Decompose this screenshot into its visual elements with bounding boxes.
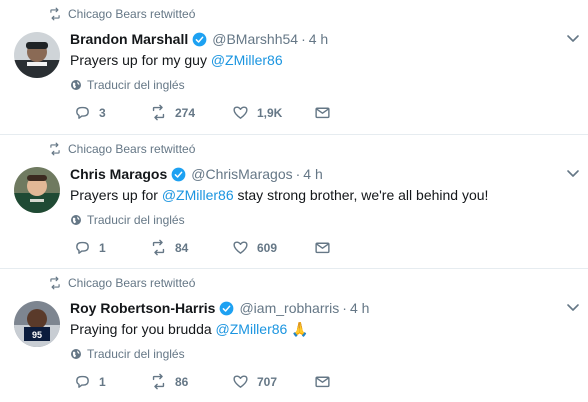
like-button[interactable]: 1,9K [232,104,282,121]
mention-link[interactable]: @ZMiller86 [162,187,234,203]
handle[interactable]: @iam_robharris [239,300,339,316]
timestamp[interactable]: 4 h [350,300,369,316]
avatar[interactable] [14,167,60,213]
timestamp-separator: · [342,300,347,316]
like-count: 609 [257,240,278,255]
retweet-context-label[interactable]: Chicago Bears retwitteó [68,142,195,156]
retweet-context: Chicago Bears retwitteó [48,6,195,22]
tweet-text-content: Prayers up for [70,187,162,203]
reply-icon [76,375,89,388]
reply-count: 3 [99,105,106,120]
timestamp-separator: · [295,166,301,182]
like-count: 707 [257,374,278,389]
like-button[interactable]: 707 [232,373,277,390]
timestamp-separator: · [301,31,306,47]
translate-link[interactable]: Traducir del inglés [70,77,185,93]
retweet-context-label[interactable]: Chicago Bears retwitteó [68,7,195,21]
globe-icon [71,215,81,225]
tweet-header: Roy Robertson-Harris @iam_robharris · 4 … [70,299,369,317]
timestamp[interactable]: 4 h [303,166,322,182]
retweet-button[interactable]: 86 [150,373,188,390]
avatar[interactable] [14,32,60,78]
retweet-context-label[interactable]: Chicago Bears retwitteó [68,276,195,290]
retweet-count: 84 [175,240,189,255]
reply-button[interactable]: 1 [74,373,106,390]
direct-message-button[interactable] [314,239,331,256]
handle[interactable]: @ChrisMaragos [191,166,292,182]
retweet-icon [152,104,165,121]
tweet-text-content: Prayers up for my guy [70,52,211,68]
reply-icon [76,241,89,254]
retweet-button[interactable]: 274 [150,104,195,121]
retweet-icon [152,239,165,256]
heart-icon [233,375,248,388]
timestamp[interactable]: 4 h [309,31,328,47]
reply-count: 1 [99,374,106,389]
mention-link[interactable]: @ZMiller86 [216,321,288,337]
globe-icon [71,80,81,90]
verified-badge-icon [192,32,207,46]
svg-text:95: 95 [32,330,42,340]
verified-badge-icon [171,167,186,181]
direct-message-button[interactable] [314,373,331,390]
tweet[interactable]: Chicago Bears retwitteó 95 Roy Robertson… [0,268,588,402]
reply-button[interactable]: 1 [74,239,106,256]
reply-button[interactable]: 3 [74,104,106,121]
display-name[interactable]: Chris Maragos [70,166,167,182]
display-name[interactable]: Roy Robertson-Harris [70,300,215,316]
retweet-icon [50,142,60,156]
retweet-count: 274 [175,105,196,120]
tweet-text-content: stay strong brother, we're all behind yo… [233,187,489,203]
tweet[interactable]: Chicago Bears retwitteó Chris Maragos @C… [0,134,588,268]
tweet-text-content: 🙏 [287,321,309,337]
retweet-icon [50,276,60,290]
globe-icon [71,349,81,359]
chevron-down-icon[interactable] [566,34,580,44]
heart-icon [233,106,248,119]
retweet-context: Chicago Bears retwitteó [48,275,195,291]
translate-label[interactable]: Traducir del inglés [87,213,185,227]
retweet-icon [152,373,165,390]
translate-link[interactable]: Traducir del inglés [70,346,185,362]
tweet-text-content: Praying for you brudda [70,321,216,337]
mention-link[interactable]: @ZMiller86 [211,52,283,68]
tweet-text: Prayers up for @ZMiller86 stay strong br… [70,185,488,205]
tweet[interactable]: Chicago Bears retwitteó Brandon Marshall… [0,0,588,134]
envelope-icon [315,376,330,388]
reply-icon [76,106,89,119]
retweet-count: 86 [175,374,189,389]
translate-link[interactable]: Traducir del inglés [70,212,185,228]
handle[interactable]: @BMarshh54 [212,31,298,47]
retweet-button[interactable]: 84 [150,239,188,256]
chevron-down-icon[interactable] [566,169,580,179]
display-name[interactable]: Brandon Marshall [70,31,188,47]
reply-count: 1 [99,240,106,255]
retweet-icon [50,7,60,21]
envelope-icon [315,107,330,119]
chevron-down-icon[interactable] [566,303,580,313]
envelope-icon [315,242,330,254]
like-count: 1,9K [257,105,283,120]
verified-badge-icon [220,301,234,315]
translate-label[interactable]: Traducir del inglés [87,347,185,361]
translate-label[interactable]: Traducir del inglés [87,78,185,92]
tweet-header: Brandon Marshall @BMarshh54 · 4 h [70,30,328,48]
tweet-header: Chris Maragos @ChrisMaragos · 4 h [70,165,323,183]
tweet-text: Praying for you brudda @ZMiller86 🙏 [70,319,309,339]
like-button[interactable]: 609 [232,239,277,256]
tweet-text: Prayers up for my guy @ZMiller86 [70,50,283,70]
avatar[interactable]: 95 [14,301,60,347]
direct-message-button[interactable] [314,104,331,121]
retweet-context: Chicago Bears retwitteó [48,141,195,157]
heart-icon [233,241,248,254]
